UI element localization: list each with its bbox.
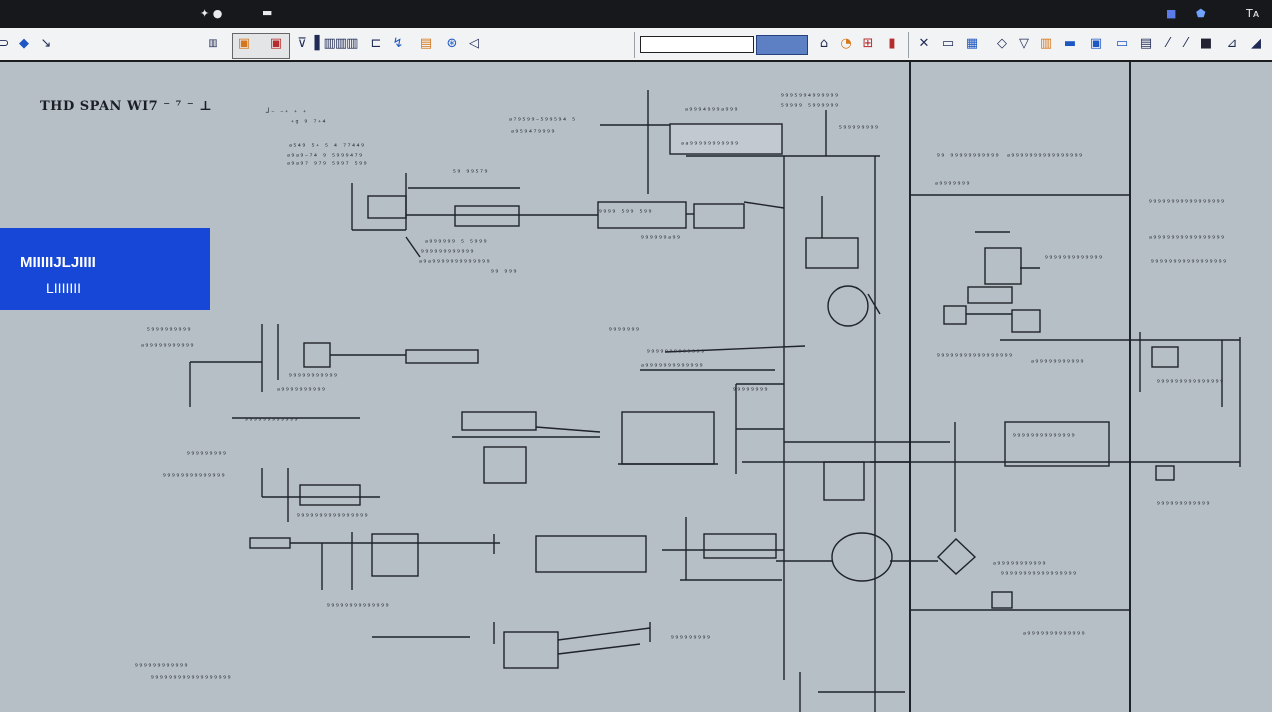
node-label: ᵃ⁷⁹⁵⁹⁹⁻⁵⁹⁹⁵⁹⁴ ⁵ <box>508 116 576 125</box>
layer-panel-title: MIIIIIJLJIIII <box>20 254 96 271</box>
square-icon[interactable]: ⁄ <box>1178 36 1194 52</box>
lock-icon[interactable]: ▣ <box>268 36 284 52</box>
node-label: ⁹⁹⁹⁹⁹⁹⁹⁹⁹⁹⁹⁹⁹ <box>1044 254 1103 263</box>
node-label: ⁹⁹⁹⁹⁹⁹⁹⁹⁹⁹⁹ <box>288 372 338 381</box>
window-controls-icon[interactable]: ✦ ● <box>200 6 222 22</box>
angle-icon[interactable]: ■ <box>1198 36 1214 52</box>
node-label: ⁵⁹⁹⁹⁹ ⁵⁹⁹⁹⁹⁹⁹ <box>780 102 839 111</box>
expand-icon[interactable]: ◢ <box>1248 36 1264 52</box>
node-label: ⁹⁹⁹⁹⁹⁹⁹⁹⁹⁹⁹⁹ <box>244 416 299 425</box>
node-label: ᵃ⁹⁹⁹⁹⁹⁹⁹⁹⁹⁹⁹ <box>1030 358 1085 367</box>
panel-icon[interactable]: ▥ <box>1038 36 1054 52</box>
node-label: ⁹⁹⁹⁹⁹⁹⁹⁹⁹⁹⁹⁹ <box>134 662 189 671</box>
grid-icon[interactable]: ▥ <box>205 36 221 52</box>
node-label: ᵃᵃ⁹⁹⁹⁹⁹⁹⁹⁹⁹⁹⁹ <box>680 140 739 149</box>
text-icon[interactable]: ◁ <box>466 36 482 52</box>
node-label: ᵃ⁹⁹⁹⁹⁹⁹⁹ <box>934 180 971 189</box>
node-label: ⁵⁹ ⁹⁹⁵⁷⁹ <box>452 168 489 177</box>
node-label: ⁹⁹⁹⁹⁹⁹⁹ <box>608 326 640 335</box>
blue-square-icon[interactable]: ■ <box>1166 6 1176 22</box>
node-label: ᵃ⁹⁹⁹⁹⁹⁹⁹⁹⁹⁹ <box>276 386 326 395</box>
node-label: ⁹⁹⁹⁹⁹⁹⁹⁹⁹⁹⁹⁹⁹⁹ <box>1012 432 1076 441</box>
dropbox-icon[interactable]: ⬟ <box>1196 6 1206 22</box>
node-label: ᵃ⁹⁹⁹⁹⁹⁹⁹⁹⁹⁹⁹⁹⁹ <box>1022 630 1086 639</box>
node-label: ⁹⁹⁹⁹⁹⁹⁹⁹⁹⁹⁹⁹⁹⁹⁹⁹⁹ <box>1148 198 1225 207</box>
node-label: ᵃ⁹⁵⁹⁴⁷⁹⁹⁹⁹ <box>510 128 556 137</box>
toolbar: ⊃ ◆ ↘ ▥ ▣ ▣ ⊽ ▌▥▥▥ ⊏ ↯ ▤ ⊛ ◁ ⌂ ◔ ⊞ ▮ ✕ ▭… <box>0 28 1272 62</box>
node-label: ⁹⁹⁹⁹⁹⁹⁹⁹⁹⁹⁹⁹⁹⁹⁹⁹⁹ <box>1000 570 1077 579</box>
node-label: ᵃ⁹⁹⁹⁹⁹⁹⁹⁹⁹⁹⁹⁹⁹⁹⁹⁹ <box>1006 152 1083 161</box>
node-label: ⁹⁹⁹⁹⁹⁹⁹⁹⁹⁹⁹⁹⁹⁹ <box>326 602 390 611</box>
title-bar: ✦ ● ▬ ■ ⬟ Tᴀ <box>0 0 1272 28</box>
node-label: ⁹⁹⁹⁹⁹⁹⁹⁹⁹⁹⁹⁹⁹⁹⁹⁹⁹⁹ <box>150 674 232 683</box>
node-label: ⁹⁹⁹⁵⁹⁹⁴⁹⁹⁹⁹⁹⁹ <box>780 92 839 101</box>
node-label: ⁹⁹⁹⁹⁹⁹⁹⁹⁹⁹⁹⁹⁹ <box>646 348 705 357</box>
pen-icon[interactable]: ▤ <box>1138 36 1154 52</box>
node-label: ⁹⁹⁹⁹⁹⁹⁹⁹ <box>732 386 769 395</box>
node-label: ᵃ⁹ᵃ⁹⁹⁹⁹⁹⁹⁹⁹⁹⁹⁹⁹⁹ <box>418 258 491 267</box>
brush-icon[interactable]: ⁄ <box>1160 36 1176 52</box>
node-label: ᵃ⁹⁹⁹⁴⁹⁹⁹ᵃ⁹⁹⁹ <box>684 106 739 115</box>
node-label: ⁹⁹⁹⁹⁹⁹⁹⁹⁹⁹⁹⁹⁹⁹⁹ <box>1156 378 1224 387</box>
layer-panel[interactable]: MIIIIIJLJIIII LIIIIIII <box>0 228 210 310</box>
node-label: ⁹⁹ ⁹⁹⁹ <box>490 268 518 277</box>
image-icon[interactable]: ⌂ <box>816 36 832 52</box>
diagram-title: THD SPAN WI7 ⁻ ⁷ ⁻ ⊥ <box>40 99 213 114</box>
node-label: ⁹⁹⁹⁹⁹⁹⁹⁹⁹ <box>186 450 227 459</box>
user-text-icon[interactable]: Tᴀ <box>1246 6 1259 22</box>
node-label: ᵃ⁹⁹⁹⁹⁹⁹⁹⁹⁹⁹⁹ <box>140 342 195 351</box>
diamond-icon[interactable]: ▦ <box>964 36 980 52</box>
wrench-icon[interactable]: ◔ <box>838 36 854 52</box>
node-label: ⁹⁹⁹⁹⁹⁹ᵃ⁹⁹ <box>640 234 681 243</box>
node-label: ⁹⁹ ⁹⁹⁹⁹⁹⁹⁹⁹⁹⁹⁹ <box>936 152 1000 161</box>
node-label: ⁹⁹⁹⁹ ⁵⁹⁹ ⁵⁹⁹ <box>598 208 653 217</box>
diagram-canvas[interactable]: THD SPAN WI7 ⁻ ⁷ ⁻ ⊥ MIIIIIJLJIIII LIIII… <box>0 62 1272 712</box>
node-label: ┘⁻ ⁻⁺ ⁺ ⁺ <box>266 108 307 117</box>
node-label: ⁹⁹⁹⁹⁹⁹⁹⁹⁹⁹⁹⁹⁹⁹⁹⁹⁹ <box>1150 258 1227 267</box>
chip-icon[interactable]: ▬ <box>1062 36 1078 52</box>
node-label: ᵃ⁹ᵃ⁹⁷ ⁹⁷⁹ ⁵⁹⁹⁷ ⁵⁹⁹ <box>286 160 368 169</box>
toolbar-divider <box>908 32 909 58</box>
folder-icon[interactable]: ↯ <box>390 36 406 52</box>
cursor-icon[interactable]: ⊛ <box>444 36 460 52</box>
search-input[interactable] <box>640 36 754 53</box>
node-label: ᵃ⁹⁹⁹⁹⁹⁹ ⁵ ⁵⁹⁹⁹ <box>424 238 488 247</box>
node-label: ⁹⁹⁹⁹⁹⁹⁹⁹⁹⁹⁹⁹ <box>1156 500 1211 509</box>
filter-icon[interactable]: ⊽ <box>294 36 310 52</box>
toolbar-divider <box>634 32 635 58</box>
pencil-icon[interactable]: ⊞ <box>860 36 876 52</box>
window-icon[interactable]: ▭ <box>940 36 956 52</box>
link-icon[interactable]: ⊏ <box>368 36 384 52</box>
node-label: ⁵⁹⁹⁹⁹⁹⁹⁹⁹ <box>838 124 879 133</box>
color-field[interactable] <box>756 35 808 55</box>
node-label: ᵃ⁹⁹⁹⁹⁹⁹⁹⁹⁹⁹⁹ <box>992 560 1047 569</box>
node-label: ⁹⁹⁹⁹⁹⁹⁹⁹⁹⁹⁹⁹⁹⁹⁹⁹ <box>296 512 369 521</box>
funnel-icon[interactable]: ◇ <box>994 36 1010 52</box>
layer-panel-subtitle: LIIIIIII <box>46 280 82 296</box>
node-label: ᵃ⁹⁹⁹⁹⁹⁹⁹⁹⁹⁹⁹⁹⁹ <box>640 362 704 371</box>
node-label: ⁹⁹⁹⁹⁹⁹⁹⁹⁹ <box>670 634 711 643</box>
frame-icon[interactable]: ✕ <box>916 36 932 52</box>
note-icon[interactable]: ▭ <box>1114 36 1130 52</box>
node-label: ᵃ⁵⁴⁹ ⁵⁺ ⁵ ⁴ ⁷⁷⁴⁴⁹ <box>288 142 365 151</box>
triangle-icon[interactable]: ⊿ <box>1224 36 1240 52</box>
node-label: ᵃ⁹⁹⁹⁹⁹⁹⁹⁹⁹⁹⁹⁹⁹⁹⁹⁹ <box>1148 234 1225 243</box>
table-icon[interactable]: ▌▥▥▥ <box>314 36 359 52</box>
flag-icon[interactable]: ▬ <box>262 5 272 21</box>
paint-icon[interactable]: ◆ <box>16 36 32 52</box>
cut-icon[interactable]: ▮ <box>884 36 900 52</box>
bucket-icon[interactable]: ▽ <box>1016 36 1032 52</box>
node-label: ⁺ᵍ ⁹ ⁷⁺⁴ <box>290 118 327 127</box>
layer-icon[interactable]: ▣ <box>236 36 252 52</box>
globe-icon[interactable]: ▤ <box>418 36 434 52</box>
select-icon[interactable]: ↘ <box>38 36 54 52</box>
node-label: ⁹⁹⁹⁹⁹⁹⁹⁹⁹⁹⁹⁹⁹⁹⁹⁹⁹ <box>936 352 1013 361</box>
node-label: ⁵⁹⁹⁹⁹⁹⁹⁹⁹⁹ <box>146 326 192 335</box>
pointer-icon[interactable]: ⊃ <box>0 36 12 52</box>
screen-icon[interactable]: ▣ <box>1088 36 1104 52</box>
node-label: ⁹⁹⁹⁹⁹⁹⁹⁹⁹⁹⁹⁹⁹⁹ <box>162 472 226 481</box>
node-label: ⁹⁹⁹⁹⁹⁹⁹⁹⁹⁹⁹⁹ <box>420 248 475 257</box>
